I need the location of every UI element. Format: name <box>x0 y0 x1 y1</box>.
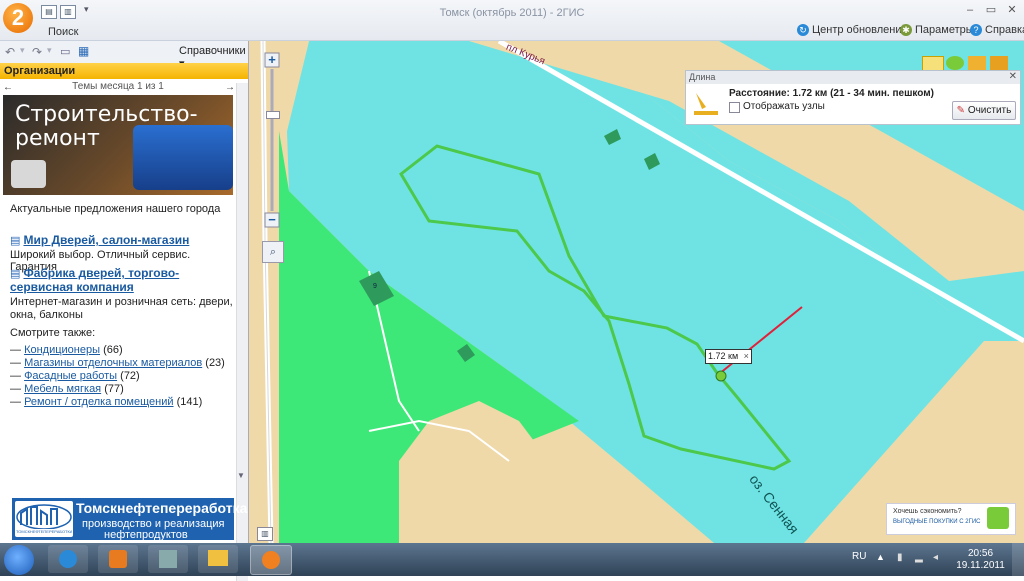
list-item: — Ремонт / отделка помещений (141) <box>10 396 203 408</box>
advertisement-banner[interactable]: ТОМСКНЕФТЕПЕРЕРАБОТКА Томскнефтеперерабо… <box>12 498 247 541</box>
section-header-organizations[interactable]: Организации <box>0 63 248 79</box>
zoom-out-button[interactable]: − <box>265 213 279 227</box>
promo-box[interactable]: Хочешь сэкономить? ВЫГОДНЫЕ ПОКУПКИ С 2Г… <box>886 503 1016 535</box>
ruler-tool-icon[interactable] <box>968 56 986 70</box>
list-item: — Кондиционеры (66) <box>10 344 123 356</box>
building-number: 9 <box>373 283 377 290</box>
back-icon[interactable]: ↶ <box>5 45 15 59</box>
scroll-down-arrow[interactable]: ▼ <box>237 471 246 480</box>
clear-button[interactable]: ✎ Очистить <box>952 101 1016 120</box>
minimize-button[interactable]: – <box>961 3 979 17</box>
clock-date: 19.11.2011 <box>956 560 1005 571</box>
app-taskbar-icon[interactable] <box>148 545 188 573</box>
zoom-in-button[interactable]: + <box>265 53 279 67</box>
listing-description: Интернет-магазин и розничная сеть: двери… <box>10 296 233 321</box>
clock-time: 20:56 <box>967 548 994 559</box>
next-topic-arrow[interactable]: → <box>225 82 235 93</box>
list-item: — Магазины отделочных материалов (23) <box>10 357 225 369</box>
show-nodes-label: Отображать узлы <box>743 101 825 112</box>
category-count: (141) <box>176 396 203 408</box>
close-icon[interactable]: ✕ <box>1009 71 1017 82</box>
category-count: (66) <box>103 344 123 356</box>
gift-icon <box>987 507 1009 529</box>
listing-item: ▤ Фабрика дверей, торгово-сервисная комп… <box>10 266 235 322</box>
forward-icon[interactable]: ↷ <box>32 45 42 59</box>
category-link[interactable]: Магазины отделочных материалов <box>24 357 202 369</box>
ad-title: Томскнефтепереработка <box>76 500 248 516</box>
clear-button-label: Очистить <box>967 105 1012 116</box>
month-topics-counter: Темы месяца 1 из 1 <box>72 81 164 92</box>
media-player-taskbar-icon[interactable] <box>98 545 138 573</box>
settings-label: Параметры <box>915 24 974 36</box>
gear-icon: ✱ <box>900 24 912 36</box>
list-item: — Фасадные работы (72) <box>10 370 140 382</box>
settings-button[interactable]: ✱ Параметры <box>900 24 974 36</box>
category-count: (72) <box>120 370 140 382</box>
globe-tool-icon[interactable] <box>946 56 964 70</box>
ruler-icon <box>692 89 720 115</box>
print-tool-icon[interactable] <box>990 56 1008 70</box>
ie-taskbar-icon[interactable] <box>48 545 88 573</box>
category-count: (77) <box>104 383 124 395</box>
category-link[interactable]: Ремонт / отделка помещений <box>24 396 173 408</box>
refresh-icon: ↻ <box>797 24 809 36</box>
help-icon: ? <box>970 24 982 36</box>
distance-marker[interactable]: 1.72 км × <box>705 349 752 364</box>
zoom-slider[interactable] <box>266 111 280 119</box>
sidebar: ↶ ▾ ↷ ▾ ▭ ▦ Справочники ▾ Организации ← … <box>0 41 249 581</box>
list-item: — Мебель мягкая (77) <box>10 383 124 395</box>
2gis-taskbar-icon[interactable] <box>250 545 292 575</box>
print-list-icon[interactable]: ▭ <box>60 45 70 58</box>
distance-text: Расстояние: 1.72 км (21 - 34 мин. пешком… <box>729 88 934 99</box>
sidebar-toolbar: ↶ ▾ ↷ ▾ ▭ ▦ Справочники ▾ <box>0 41 248 70</box>
category-link[interactable]: Кондиционеры <box>24 344 100 356</box>
start-button[interactable] <box>4 545 34 575</box>
clock[interactable]: 20:56 19.11.2011 <box>953 548 1008 572</box>
listing-link[interactable]: Фабрика дверей, торгово-сервисная компан… <box>10 266 179 294</box>
ad-line-2: нефтепродуктов <box>104 529 188 541</box>
category-count: (23) <box>205 357 225 369</box>
logo-caption: ТОМСКНЕФТЕПЕРЕРАБОТКА <box>16 529 72 534</box>
intro-text: Актуальные предложения нашего города <box>10 203 221 215</box>
distance-marker-text: 1.72 км <box>708 351 739 361</box>
close-button[interactable]: ✕ <box>1003 3 1021 17</box>
back-dropdown-icon[interactable]: ▾ <box>20 45 25 56</box>
document-icon: ▤ <box>10 235 21 247</box>
document-icon: ▤ <box>10 268 21 280</box>
volume-icon[interactable]: ◂ <box>933 552 938 563</box>
see-also-label: Смотрите также: <box>10 327 96 339</box>
toolbox-image <box>133 125 233 190</box>
listing-link[interactable]: Мир Дверей, салон-магазин <box>23 233 189 247</box>
help-label: Справка <box>985 24 1024 36</box>
length-panel: Длина ✕ Расстояние: 1.72 км (21 - 34 мин… <box>685 70 1021 125</box>
battery-icon[interactable]: ▮ <box>897 552 903 563</box>
directories-label: Справочники <box>179 45 246 57</box>
promo-banner[interactable]: Строительство-ремонт <box>3 95 233 195</box>
category-link[interactable]: Фасадные работы <box>24 370 117 382</box>
show-nodes-checkbox[interactable] <box>729 102 740 113</box>
paint-can-image <box>11 160 46 188</box>
explorer-taskbar-icon[interactable] <box>198 545 238 573</box>
promo-line-1: Хочешь сэкономить? <box>893 508 962 515</box>
tab-search[interactable]: Поиск <box>48 26 78 38</box>
language-indicator[interactable]: RU <box>852 551 866 562</box>
ruler-icon[interactable]: ▥ <box>257 527 273 541</box>
network-icon[interactable]: ▂ <box>915 552 923 563</box>
tray-expand-icon[interactable]: ▲ <box>876 552 885 562</box>
show-desktop-button[interactable] <box>1012 543 1024 576</box>
layout-icon[interactable]: ▦ <box>78 44 89 58</box>
help-button[interactable]: ? Справка <box>970 24 1024 36</box>
forward-dropdown-icon[interactable]: ▾ <box>47 45 52 56</box>
close-icon[interactable]: × <box>744 351 749 361</box>
update-center-label: Центр обновлений <box>812 24 908 36</box>
magnifier-icon[interactable]: ⌕ <box>262 241 284 263</box>
maximize-button[interactable]: ▭ <box>982 3 1000 17</box>
category-link[interactable]: Мебель мягкая <box>24 383 101 395</box>
promo-line-2: ВЫГОДНЫЕ ПОКУПКИ С 2ГИС <box>893 519 981 525</box>
length-panel-header: Длина <box>686 71 1020 84</box>
refinery-logo: ТОМСКНЕФТЕПЕРЕРАБОТКА <box>15 501 73 537</box>
eraser-icon: ✎ <box>956 105 966 116</box>
window-title: Томск (октябрь 2011) - 2ГИС <box>439 7 585 19</box>
update-center-button[interactable]: ↻ Центр обновлений <box>797 24 908 36</box>
